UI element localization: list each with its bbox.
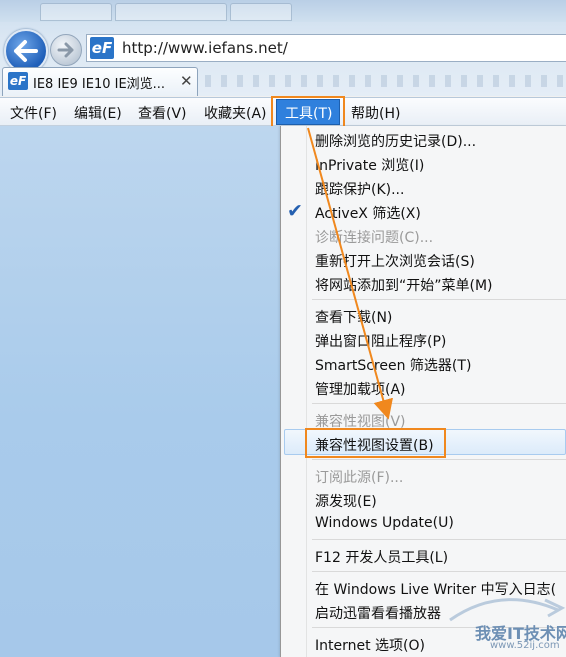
background-tab[interactable] [40,3,112,21]
menu-item-feed-discovery[interactable]: 源发现(E) [315,491,377,511]
menu-item-view-downloads[interactable]: 查看下载(N) [315,307,392,327]
menu-item-delete-history[interactable]: 删除浏览的历史记录(D)... [315,131,476,151]
forward-arrow-icon [57,42,74,58]
menu-view[interactable]: 查看(V) [138,103,187,123]
menu-separator [312,299,566,300]
menu-icon-gutter [306,126,307,657]
menu-separator [312,459,566,460]
tab-strip: eF IE8 IE9 IE10 IE浏览... ✕ [0,67,566,97]
menu-item-add-to-start[interactable]: 将网站添加到“开始”菜单(M) [315,275,493,295]
menu-item-subscribe-feed: 订阅此源(F)... [315,470,404,486]
tab-favicon-icon: eF [8,72,28,90]
menu-item-xunlei-player[interactable]: 启动迅雷看看播放器 [315,603,441,623]
menu-separator [312,539,566,540]
background-tab[interactable] [115,3,227,21]
checkmark-icon: ✔ [287,200,303,222]
site-logo-icon: eF [90,37,114,59]
menu-item-manage-addons[interactable]: 管理加载项(A) [315,379,406,399]
menu-item-inprivate[interactable]: InPrivate 浏览(I) [315,155,424,175]
menu-item-tracking-protection[interactable]: 跟踪保护(K)... [315,179,404,199]
close-icon[interactable]: ✕ [180,72,193,90]
menu-item-reopen-session[interactable]: 重新打开上次浏览会话(S) [315,251,475,271]
menu-item-activex-filter[interactable]: ActiveX 筛选(X) [315,203,421,223]
forward-button[interactable] [50,34,82,66]
tab-active[interactable]: eF IE8 IE9 IE10 IE浏览... ✕ [2,67,198,96]
menu-item-popup-blocker[interactable]: 弹出窗口阻止程序(P) [315,331,446,351]
watermark-url: www.52ij.com [490,640,560,651]
tab-strip-decoration [205,75,565,87]
url-text[interactable]: http://www.iefans.net/ [122,39,288,57]
menu-tools[interactable]: 工具(T) [285,103,332,123]
menu-item-diagnose: 诊断连接问题(C)... [315,230,434,246]
menu-item-f12-devtools[interactable]: F12 开发人员工具(L) [315,547,448,567]
background-tab[interactable] [230,3,292,21]
menu-item-windows-update[interactable]: Windows Update(U) [315,515,454,531]
menu-separator [312,571,566,572]
menu-favorites[interactable]: 收藏夹(A) [204,103,267,123]
title-bar [0,0,566,22]
menu-edit[interactable]: 编辑(E) [74,103,122,123]
menu-item-compat-view-settings[interactable]: 兼容性视图设置(B) [315,435,434,455]
menu-item-smartscreen[interactable]: SmartScreen 筛选器(T) [315,355,471,375]
back-arrow-icon [14,40,38,62]
tab-title: IE8 IE9 IE10 IE浏览... [33,77,166,92]
menu-file[interactable]: 文件(F) [10,103,57,123]
menu-item-internet-options[interactable]: Internet 选项(O) [315,635,425,655]
menu-help[interactable]: 帮助(H) [351,103,400,123]
address-bar[interactable]: eF http://www.iefans.net/ [86,34,566,62]
menu-separator [312,403,566,404]
browser-chrome: eF http://www.iefans.net/ eF IE8 IE9 IE1… [0,0,566,96]
